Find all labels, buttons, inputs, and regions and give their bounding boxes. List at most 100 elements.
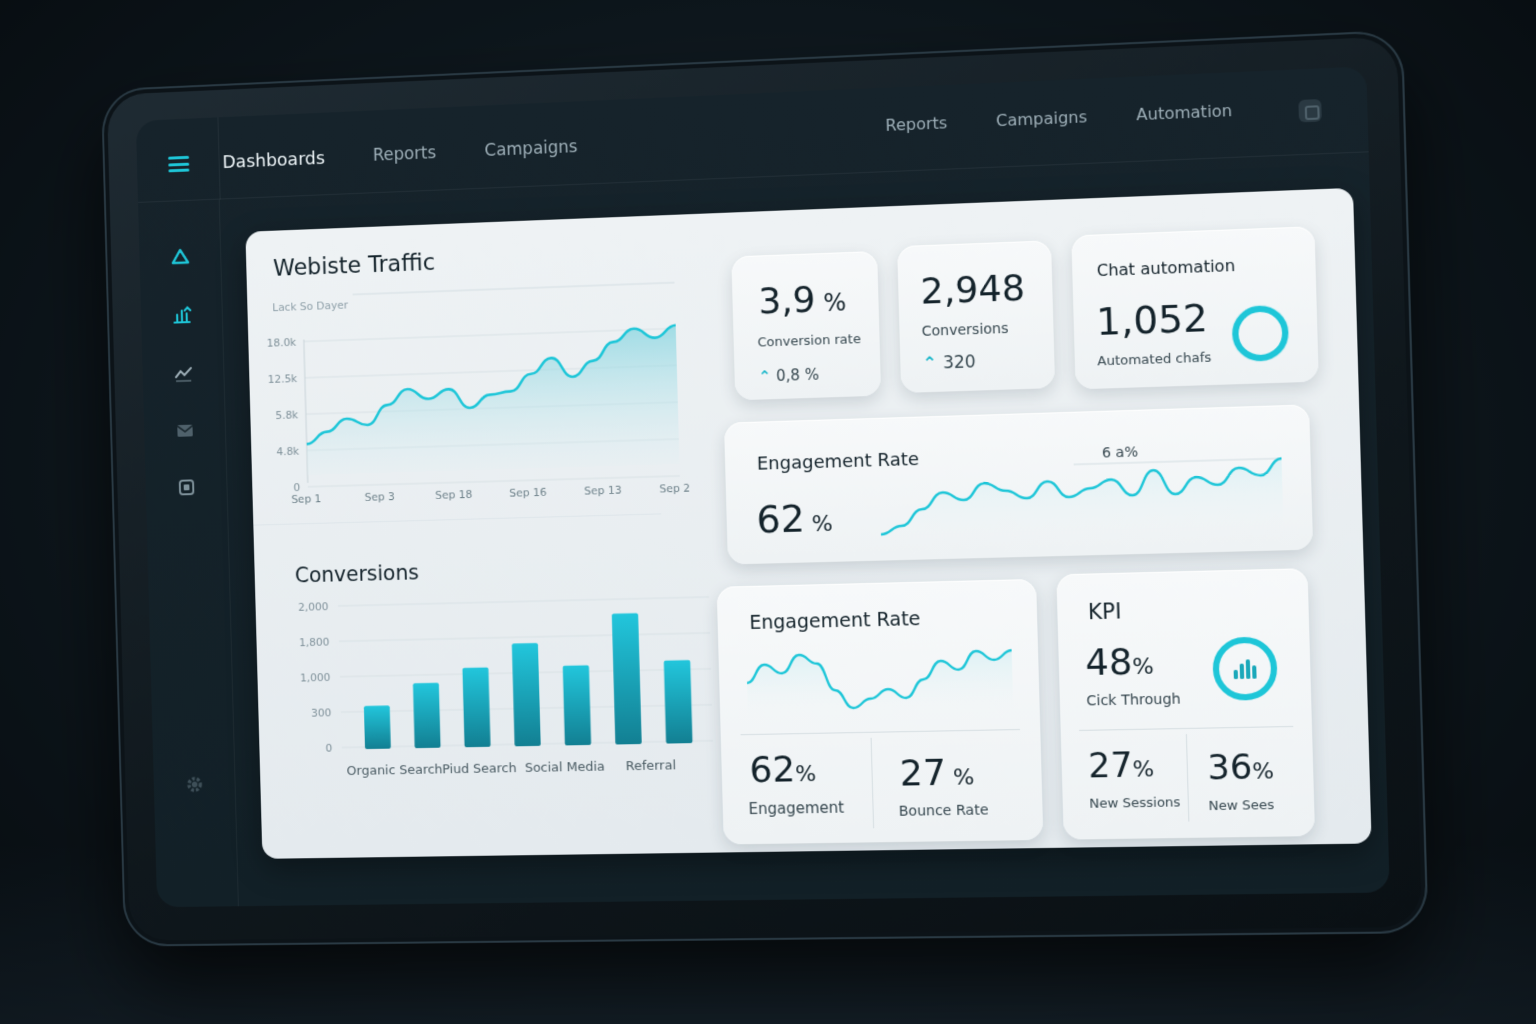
secondary-nav: Reports Campaigns Automation (885, 101, 1232, 135)
nav-dashboards[interactable]: Dashboards (222, 148, 325, 173)
y-tick-label: 2,000 (298, 600, 329, 614)
sidebar-item-analytics[interactable] (165, 298, 198, 332)
kpi-new-sessions-value: 27% (1087, 745, 1155, 787)
conversions-count-label: Conversions (921, 320, 1009, 340)
screen: Dashboards Reports Campaigns Reports Cam… (135, 66, 1390, 908)
bar (511, 643, 541, 747)
x-tick-label: Sep 3 (365, 490, 396, 504)
up-arrow-icon: ⌃ (922, 353, 944, 375)
kpi-new-sees-label: New Sees (1208, 797, 1275, 815)
engagement-value: 62% (748, 749, 817, 792)
chat-label: Automated chafs (1097, 350, 1212, 370)
grid-line (338, 597, 709, 606)
engagement-bottom-title: Engagement Rate (749, 607, 921, 634)
square-icon (176, 476, 197, 498)
divider (870, 737, 875, 829)
conversions-count-value: 2,948 (919, 267, 1026, 313)
conversions-title: Conversions (294, 560, 420, 588)
x-tick-label: Sep 20 (659, 481, 691, 495)
nav-right-campaigns[interactable]: Campaigns (996, 107, 1088, 130)
bounce-rate-label: Bounce Rate (898, 802, 989, 820)
bar (611, 613, 642, 745)
traffic-area (303, 325, 680, 476)
bar-chart-icon (171, 304, 192, 326)
kpi-card[interactable]: KPI 48% Cick Through 27% New Sessions 36… (1056, 568, 1316, 840)
engagement-top-value: 62 % (755, 496, 834, 542)
mail-icon (174, 420, 195, 437)
website-traffic-card: Webiste Traffic Lack So Dayer 18.0k 12.5k… (245, 214, 700, 526)
sidebar-item-settings[interactable] (178, 768, 211, 802)
x-category-label: Piud Search (442, 761, 517, 777)
nav-reports[interactable]: Reports (373, 143, 437, 166)
conversions-count-delta: ⌃ 320 (922, 352, 977, 375)
tablet-device: Dashboards Reports Campaigns Reports Cam… (100, 29, 1429, 947)
chat-title: Chat automation (1096, 255, 1236, 281)
kpi-main-label: Cick Through (1086, 691, 1181, 710)
sidebar-item-home[interactable] (164, 240, 197, 274)
conversion-rate-card[interactable]: 3,9 % Conversion rate ⌃ 0,8 % (731, 250, 882, 401)
app-icon[interactable] (1298, 98, 1322, 123)
divider-line (253, 514, 661, 525)
conversions-chart: 2,000 1,800 1,000 300 0 Organic Search Piud Se… (298, 583, 726, 779)
x-category-label: Organic Search (347, 762, 443, 779)
conversion-rate-delta: ⌃ 0,8 % (758, 365, 820, 386)
kpi-main-value: 48% (1084, 641, 1155, 685)
divider (1185, 734, 1190, 822)
dashboard-content: Webiste Traffic Lack So Dayer 18.0k 12.5k… (245, 187, 1372, 859)
top-bar: Dashboards Reports Campaigns Reports Cam… (135, 66, 1369, 203)
nav-right-automation[interactable]: Automation (1136, 101, 1232, 124)
x-category-label: Social Media (525, 759, 605, 776)
engagement-bottom-chart (738, 642, 1032, 719)
bars-icon (1233, 659, 1257, 680)
triangle-icon (170, 246, 191, 268)
nav-campaigns[interactable]: Campaigns (484, 137, 578, 162)
bar (562, 665, 592, 746)
conversions-count-card[interactable]: 2,948 Conversions ⌃ 320 (897, 240, 1056, 393)
menu-button[interactable] (155, 140, 202, 189)
y-tick-label: 0 (325, 742, 332, 755)
x-tick-label: Sep 16 (509, 486, 547, 500)
kpi-title: KPI (1087, 599, 1122, 625)
sidebar-item-messages[interactable] (168, 414, 201, 448)
kpi-new-sessions-label: New Sessions (1089, 795, 1181, 812)
y-tick-label: 5.8k (275, 408, 299, 422)
chat-ring-icon (1231, 304, 1290, 362)
x-category-label: Referral (625, 758, 676, 774)
grid-line (308, 476, 680, 487)
engagement-rate-card-bottom[interactable]: Engagement Rate 62% Engagement 27 % Boun… (716, 578, 1044, 845)
chat-automation-card[interactable]: Chat automation 1,052 Automated chafs (1071, 226, 1319, 390)
y-tick-label: 12.5k (268, 372, 299, 386)
x-tick-label: Sep 18 (435, 488, 473, 502)
bounce-rate-value: 27 % (899, 752, 975, 795)
engagement-area (746, 650, 1014, 719)
sidebar-item-trends[interactable] (167, 357, 200, 391)
bar (363, 705, 391, 750)
sidebar (138, 199, 239, 908)
divider (740, 729, 1020, 736)
traffic-chart: 18.0k12.5k5.8k4.8k0Sep 1 Sep 3 Sep 18 Sep 1… (247, 274, 691, 525)
conversion-rate-value: 3,9 % (757, 279, 847, 323)
primary-nav: Dashboards Reports Campaigns (222, 137, 578, 173)
x-tick-label: Sep 1 (291, 492, 321, 506)
engagement-top-chart (871, 450, 1303, 543)
divider (217, 117, 221, 200)
bar (412, 682, 441, 749)
bar (462, 667, 491, 748)
y-tick-label: 18.0k (267, 336, 298, 350)
up-arrow-icon: ⌃ (758, 366, 777, 386)
sidebar-item-files[interactable] (170, 470, 203, 504)
engagement-area (879, 458, 1284, 543)
nav-right-reports[interactable]: Reports (885, 113, 947, 135)
y-tick-label: 1,800 (299, 635, 330, 649)
traffic-title: Webiste Traffic (272, 249, 436, 282)
kpi-ring-icon (1212, 636, 1278, 701)
engagement-rate-card-top[interactable]: Engagement Rate 62 % 6 a% (723, 404, 1314, 565)
gear-icon (184, 774, 205, 796)
divider (1079, 725, 1294, 731)
grid-line (353, 283, 675, 295)
menu-icon (168, 155, 190, 173)
y-tick-label: 4.8k (276, 445, 300, 459)
trend-icon (173, 363, 194, 385)
conversion-rate-label: Conversion rate (757, 331, 862, 351)
chat-value: 1,052 (1095, 295, 1209, 345)
